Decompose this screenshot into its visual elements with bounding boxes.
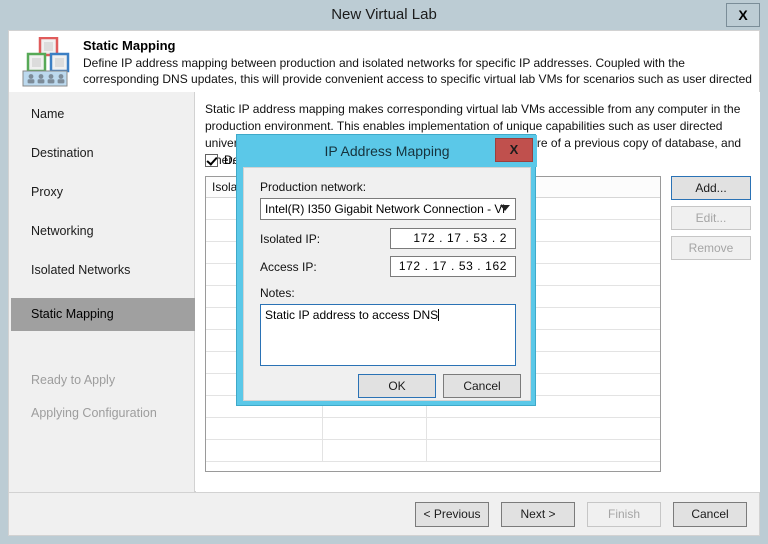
notes-value: Static IP address to access DNS [265,308,439,322]
isolated-ip-label: Isolated IP: [260,232,321,246]
edit-button: Edit... [671,206,751,230]
notes-textarea[interactable]: Static IP address to access DNS [260,304,516,366]
modal-cancel-button[interactable]: Cancel [443,374,521,398]
production-network-value: Intel(R) I350 Gigabit Network Connection… [265,202,505,216]
remove-button: Remove [671,236,751,260]
sidebar-item-networking[interactable]: Networking [11,215,195,248]
ok-button[interactable]: OK [358,374,436,398]
modal-content: Production network: Intel(R) I350 Gigabi… [243,167,531,401]
sidebar-item-applying-configuration: Applying Configuration [31,406,157,420]
close-icon[interactable]: X [726,3,760,27]
sidebar-item-isolated-networks[interactable]: Isolated Networks [11,254,195,287]
sidebar-item-name[interactable]: Name [11,98,195,131]
chevron-down-icon[interactable] [500,205,510,211]
sidebar-item-ready-to-apply: Ready to Apply [31,373,116,387]
sidebar-item-proxy[interactable]: Proxy [11,176,195,209]
new-virtual-lab-window: New Virtual Lab X Static Mapping Define … [0,0,768,544]
ip-address-mapping-dialog: IP Address Mapping X Production network:… [236,134,537,406]
add-button[interactable]: Add... [671,176,751,200]
production-network-label: Production network: [260,180,367,194]
wizard-footer: < Previous Next > Finish Cancel [8,492,760,536]
table-row[interactable] [206,418,660,440]
window-titlebar: New Virtual Lab X [0,0,768,30]
modal-title: IP Address Mapping [324,143,450,159]
window-title: New Virtual Lab [331,6,437,23]
access-ip-input[interactable]: 172 . 17 . 53 . 162 [390,256,516,277]
notes-label: Notes: [260,286,295,300]
modal-titlebar: IP Address Mapping X [237,135,537,167]
virtual-lab-icon [19,36,75,89]
sidebar-item-static-mapping[interactable]: Static Mapping [11,298,195,331]
next-button[interactable]: Next > [501,502,575,527]
access-ip-label: Access IP: [260,260,317,274]
modal-close-icon[interactable]: X [495,138,533,162]
text-cursor [438,309,440,321]
production-network-select[interactable]: Intel(R) I350 Gigabit Network Connection… [260,198,516,220]
finish-button: Finish [587,502,661,527]
checkbox-icon[interactable] [205,153,218,167]
table-row[interactable] [206,440,660,462]
page-title: Static Mapping [83,38,176,53]
previous-button[interactable]: < Previous [415,502,489,527]
sidebar-item-destination[interactable]: Destination [11,137,195,170]
wizard-header: Static Mapping Define IP address mapping… [8,30,760,102]
cancel-button[interactable]: Cancel [673,502,747,527]
isolated-ip-input[interactable]: 172 . 17 . 53 . 2 [390,228,516,249]
wizard-steps-sidebar: Name Destination Proxy Networking Isolat… [9,92,195,492]
